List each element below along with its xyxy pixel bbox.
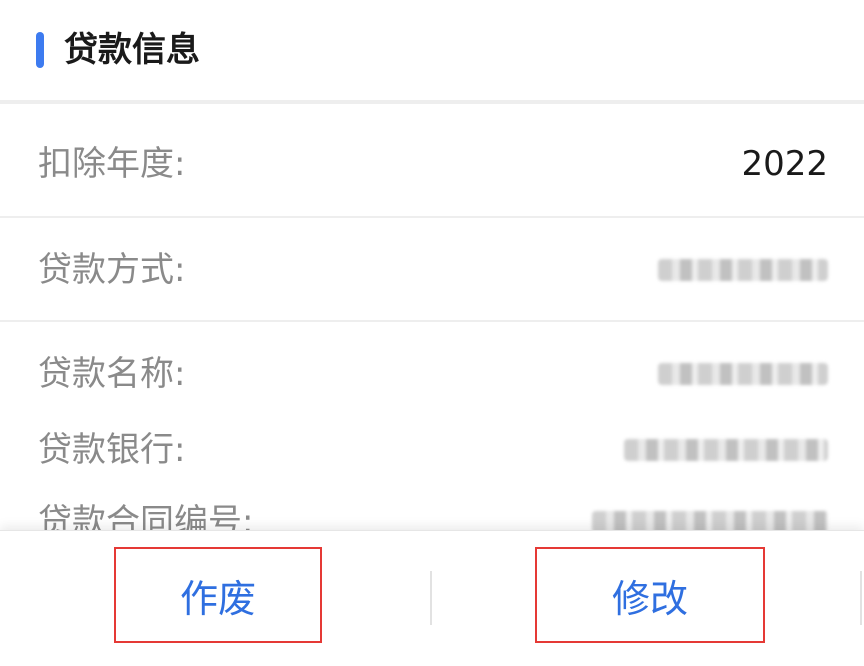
field-label-loan-name: 贷款名称: [38, 354, 186, 394]
field-row-loan-method: 贷款方式: [0, 246, 864, 294]
void-button[interactable]: 作废 [114, 547, 322, 643]
field-label-loan-contract-number: 贷款合同编号: [38, 502, 254, 530]
row-divider [0, 216, 864, 218]
loan-info-page: 贷款信息 扣除年度: 2022 贷款方式: 贷款名称: 贷款银行: 贷款合同编号… [0, 0, 864, 666]
field-value-loan-bank-redacted [624, 439, 828, 461]
modify-button[interactable]: 修改 [535, 547, 765, 643]
field-label-loan-method: 贷款方式: [38, 250, 186, 290]
field-value-loan-name-redacted [658, 363, 828, 385]
field-value-loan-contract-number-redacted [592, 511, 828, 530]
section-accent-bar [36, 32, 44, 68]
action-bar: 作废 修改 [0, 530, 864, 666]
field-value-loan-method-redacted [658, 259, 828, 281]
field-row-deduction-year: 扣除年度: 2022 [0, 140, 864, 188]
field-row-loan-bank: 贷款银行: [0, 426, 864, 474]
void-button-label: 作废 [179, 576, 256, 621]
field-label-loan-bank: 贷款银行: [38, 430, 186, 470]
modify-button-label: 修改 [611, 576, 688, 621]
field-row-loan-contract-number: 贷款合同编号: [0, 498, 864, 530]
action-separator [860, 571, 862, 625]
section-title: 贷款信息 [64, 30, 200, 70]
field-row-loan-name: 贷款名称: [0, 350, 864, 398]
field-label-deduction-year: 扣除年度: [38, 144, 186, 184]
loan-detail-scroll-area[interactable]: 贷款名称: 贷款银行: 贷款合同编号: [0, 322, 864, 530]
field-value-deduction-year: 2022 [741, 144, 828, 184]
section-header: 贷款信息 [0, 0, 864, 104]
action-separator [430, 571, 432, 625]
